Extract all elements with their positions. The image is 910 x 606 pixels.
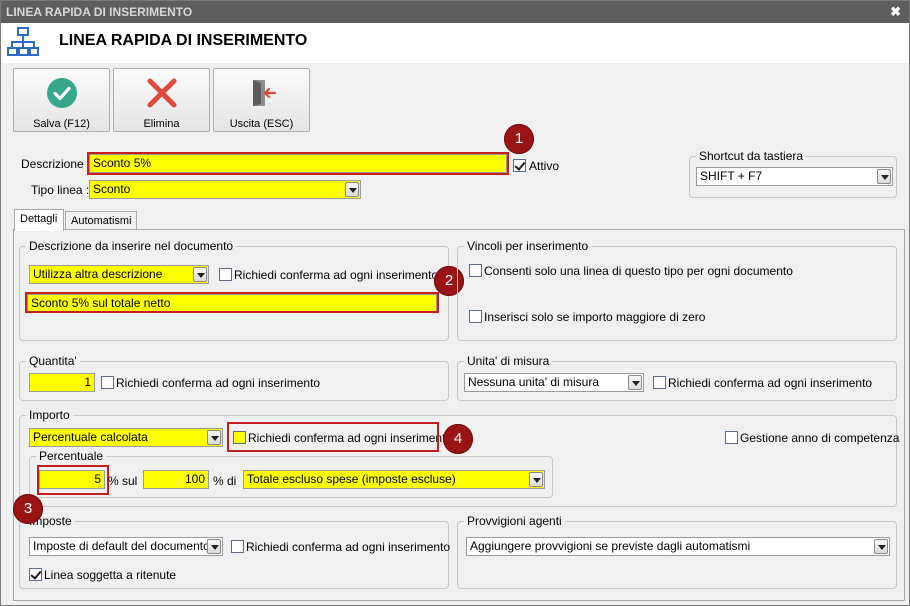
exit-door-icon	[253, 80, 277, 106]
imposte-select[interactable]: Imposte di default del documento	[29, 537, 223, 556]
importo-mode-value: Percentuale calcolata	[33, 430, 148, 444]
quantita-value: 1	[84, 375, 91, 389]
ritenute-label: Linea soggetta a ritenute	[44, 568, 177, 582]
percentuale-di-label: % di	[213, 474, 237, 488]
provvigioni-group-title: Provvigioni agenti	[464, 514, 565, 528]
tipo-linea-value: Sconto	[93, 182, 131, 196]
chevron-down-icon[interactable]	[345, 182, 359, 197]
header: LINEA RAPIDA DI INSERIMENTO	[1, 23, 909, 63]
chevron-down-icon[interactable]	[628, 375, 642, 390]
x-icon	[147, 78, 177, 108]
gestione-anno-label: Gestione anno di competenza	[740, 431, 900, 445]
annotation-box-2	[25, 292, 439, 313]
unita-value: Nessuna unita' di misura	[468, 375, 600, 389]
annotation-badge-3: 3	[13, 494, 43, 524]
unita-confirm-checkbox[interactable]	[653, 376, 666, 389]
unita-select[interactable]: Nessuna unita' di misura	[464, 373, 644, 392]
descrizione-confirm-checkbox[interactable]	[219, 268, 232, 281]
descrizione-confirm-label: Richiedi conferma ad ogni inserimento	[234, 268, 439, 282]
descrizione-mode-select[interactable]: Utilizza altra descrizione	[29, 265, 209, 284]
annotation-badge-1: 1	[504, 124, 534, 154]
descrizione-label: Descrizione :	[21, 157, 91, 171]
ritenute-checkbox[interactable]	[29, 568, 42, 581]
save-button[interactable]: Salva (F12)	[13, 68, 110, 132]
vincoli-option1-label: Consenti solo una linea di questo tipo p…	[484, 264, 793, 278]
vincoli-option2-checkbox[interactable]	[469, 310, 482, 323]
chevron-down-icon[interactable]	[207, 430, 221, 445]
gestione-anno-checkbox[interactable]	[725, 431, 738, 444]
titlebar: LINEA RAPIDA DI INSERIMENTO ✖	[1, 1, 909, 23]
shortcut-select[interactable]: SHIFT + F7	[696, 167, 893, 186]
vincoli-group: Vincoli per inserimento	[457, 239, 897, 341]
percentuale-group-title: Percentuale	[36, 449, 107, 463]
tipo-linea-select[interactable]: Sconto	[89, 180, 361, 199]
percentuale-base-value: 100	[184, 472, 205, 486]
vincoli-option1-checkbox[interactable]	[469, 264, 482, 277]
hierarchy-icon	[7, 27, 39, 56]
descrizione-doc-group-title: Descrizione da inserire nel documento	[26, 239, 237, 253]
vincoli-group-title: Vincoli per inserimento	[464, 239, 592, 253]
importo-group-title: Importo	[26, 408, 73, 422]
chevron-down-icon[interactable]	[877, 169, 891, 184]
close-icon[interactable]: ✖	[890, 1, 901, 23]
exit-button-label: Uscita (ESC)	[229, 118, 294, 130]
delete-button-label: Elimina	[143, 118, 180, 130]
chevron-down-icon[interactable]	[207, 539, 221, 554]
annotation-box-4	[227, 422, 439, 452]
percentuale-sul-label: % sul	[108, 474, 138, 488]
chevron-down-icon[interactable]	[874, 539, 888, 554]
attivo-checkbox[interactable]	[513, 159, 526, 172]
annotation-box-1	[87, 152, 509, 175]
imposte-confirm-label: Richiedi conferma ad ogni inserimento	[246, 540, 451, 554]
quantita-confirm-label: Richiedi conferma ad ogni inserimento	[116, 376, 321, 390]
annotation-box-3	[37, 465, 109, 495]
chevron-down-icon[interactable]	[193, 267, 207, 282]
imposte-value: Imposte di default del documento	[33, 539, 210, 553]
tab-automatismi[interactable]: Automatismi	[65, 211, 137, 231]
vincoli-option2-label: Inserisci solo se importo maggiore di ze…	[484, 310, 706, 324]
provvigioni-select[interactable]: Aggiungere provvigioni se previste dagli…	[466, 537, 890, 556]
tipo-linea-label: Tipo linea :	[31, 183, 90, 197]
shortcut-group-title: Shortcut da tastiera	[696, 149, 807, 163]
provvigioni-value: Aggiungere provvigioni se previste dagli…	[470, 539, 751, 553]
percentuale-target-value: Totale escluso spese (imposte escluse)	[247, 472, 456, 486]
tab-dettagli[interactable]: Dettagli	[14, 209, 64, 231]
quantita-input[interactable]: 1	[29, 373, 95, 392]
attivo-label: Attivo	[529, 159, 560, 173]
percentuale-target-select[interactable]: Totale escluso spese (imposte escluse)	[243, 470, 545, 489]
unita-group-title: Unita' di misura	[464, 354, 553, 368]
save-button-label: Salva (F12)	[33, 118, 90, 130]
page-title: LINEA RAPIDA DI INSERIMENTO	[59, 32, 308, 49]
importo-mode-select[interactable]: Percentuale calcolata	[29, 428, 223, 447]
delete-button[interactable]: Elimina	[113, 68, 210, 132]
quantita-group-title: Quantita'	[26, 354, 80, 368]
percentuale-base-input[interactable]: 100	[143, 470, 209, 489]
chevron-down-icon[interactable]	[529, 472, 543, 487]
imposte-confirm-checkbox[interactable]	[231, 540, 244, 553]
checkmark-icon	[47, 78, 77, 108]
shortcut-value: SHIFT + F7	[700, 169, 763, 183]
annotation-badge-4: 4	[443, 424, 473, 454]
quantita-confirm-checkbox[interactable]	[101, 376, 114, 389]
descrizione-mode-value: Utilizza altra descrizione	[33, 267, 163, 281]
dialog-window: LINEA RAPIDA DI INSERIMENTO ✖ LINEA RAPI…	[0, 0, 910, 606]
exit-button[interactable]: Uscita (ESC)	[213, 68, 310, 132]
unita-confirm-label: Richiedi conferma ad ogni inserimento	[668, 376, 873, 390]
titlebar-text: LINEA RAPIDA DI INSERIMENTO	[6, 5, 193, 19]
